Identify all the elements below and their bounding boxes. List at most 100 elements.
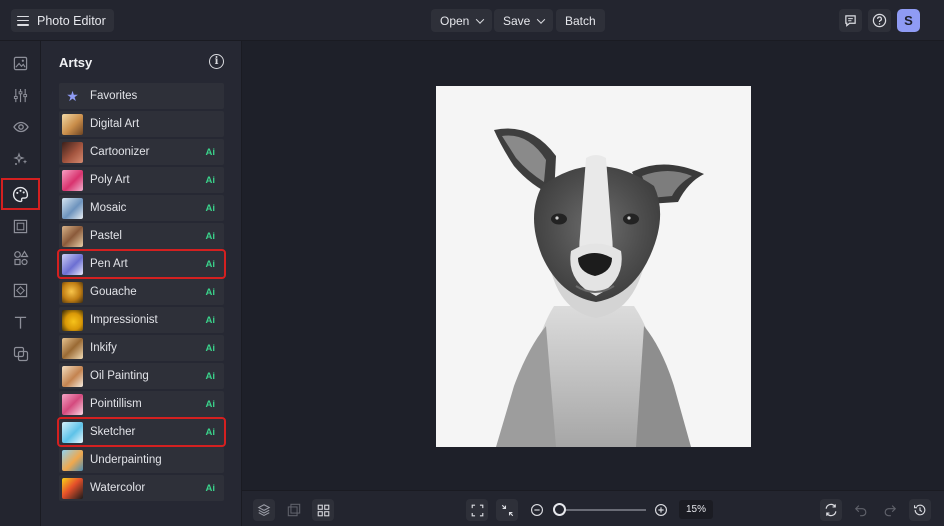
frame-icon [13, 219, 28, 233]
chevron-down-icon [537, 14, 546, 24]
list-item-pointillism[interactable]: Pointillism Ai [59, 391, 224, 417]
pointillism-thumbnail [62, 393, 83, 415]
help-icon [872, 13, 887, 28]
fit-screen-button[interactable] [466, 499, 488, 521]
editor-canvas [242, 41, 944, 490]
redo-button[interactable] [879, 499, 901, 521]
ai-badge: Ai [205, 398, 216, 410]
watercolor-thumbnail [62, 477, 83, 499]
compare-button[interactable] [283, 499, 305, 521]
zoom-out-icon [531, 504, 543, 516]
top-bar: Photo Editor Open Save Batch S [0, 0, 944, 41]
item-label: Cartoonizer [90, 146, 150, 158]
sliders-icon [13, 88, 28, 102]
ai-badge: Ai [205, 426, 216, 438]
zoom-level[interactable]: 15% [679, 500, 713, 519]
open-button[interactable]: Open [431, 9, 493, 32]
help-button[interactable] [868, 9, 891, 32]
batch-button[interactable]: Batch [556, 9, 605, 32]
zoom-out-button[interactable] [526, 499, 548, 521]
item-label: Poly Art [90, 174, 130, 186]
rail-ai-tool[interactable] [0, 143, 41, 175]
impressionist-thumbnail [62, 309, 83, 331]
chat-icon [845, 15, 856, 27]
shapes-icon [13, 250, 29, 266]
inkify-thumbnail [62, 337, 83, 359]
replace-image-button[interactable] [820, 499, 842, 521]
actual-size-button[interactable] [496, 499, 518, 521]
ai-badge: Ai [205, 174, 216, 186]
main-menu-button[interactable]: Photo Editor [11, 9, 114, 32]
undo-button[interactable] [850, 499, 872, 521]
list-item-impressionist[interactable]: Impressionist Ai [59, 307, 224, 333]
sketcher-thumbnail [62, 421, 83, 443]
digital-art-thumbnail [62, 113, 83, 135]
panel-title: Artsy [59, 55, 93, 70]
grid-view-button[interactable] [312, 499, 334, 521]
list-item-favorites[interactable]: ★ Favorites [59, 83, 224, 109]
open-label: Open [440, 13, 470, 28]
info-icon[interactable]: i [209, 54, 224, 69]
rail-adjust-tool[interactable] [0, 79, 41, 111]
zoom-slider-handle[interactable] [553, 503, 566, 516]
list-item-pen-art[interactable]: Pen Art Ai [57, 249, 226, 279]
save-label: Save [503, 13, 531, 28]
ai-badge: Ai [205, 202, 216, 214]
list-item-poly-art[interactable]: Poly Art Ai [59, 167, 224, 193]
refresh-icon [825, 503, 837, 517]
zoom-slider-track[interactable] [560, 509, 646, 511]
layers-button[interactable] [253, 499, 275, 521]
history-icon [914, 504, 926, 516]
zoom-in-button[interactable] [650, 499, 672, 521]
item-label: Watercolor [90, 482, 146, 494]
mosaic-thumbnail [62, 197, 83, 219]
pen-art-thumbnail [62, 253, 83, 275]
item-label: Mosaic [90, 202, 127, 214]
rail-layers-tool[interactable] [0, 338, 41, 370]
save-button[interactable]: Save [494, 9, 554, 32]
texture-icon [13, 283, 28, 297]
ai-badge: Ai [205, 286, 216, 298]
list-item-mosaic[interactable]: Mosaic Ai [59, 195, 224, 221]
ai-badge: Ai [205, 146, 216, 158]
item-label: Underpainting [90, 454, 162, 466]
dog-photo[interactable] [436, 86, 751, 447]
artsy-panel: Artsy i ★ Favorites Digital Art Cartooni… [41, 41, 242, 526]
pastel-thumbnail [62, 225, 83, 247]
layers-icon [257, 504, 271, 517]
compare-icon [287, 503, 301, 517]
rail-artsy-tool[interactable] [1, 178, 40, 210]
rail-text-tool[interactable] [0, 306, 41, 338]
underpainting-thumbnail [62, 449, 83, 471]
ai-badge: Ai [205, 482, 216, 494]
item-label: Pointillism [90, 398, 142, 410]
rail-effects-tool[interactable] [0, 111, 41, 143]
ai-badge: Ai [205, 258, 216, 270]
list-item-watercolor[interactable]: Watercolor Ai [59, 475, 224, 501]
text-icon [14, 316, 27, 329]
rail-overlay-tool[interactable] [0, 274, 41, 306]
gouache-thumbnail [62, 281, 83, 303]
list-item-gouache[interactable]: Gouache Ai [59, 279, 224, 305]
list-item-digital-art[interactable]: Digital Art [59, 111, 224, 137]
history-button[interactable] [909, 499, 931, 521]
hamburger-icon [17, 15, 29, 26]
ai-badge: Ai [205, 342, 216, 354]
user-avatar[interactable]: S [897, 9, 920, 32]
rail-image-tool[interactable] [0, 47, 41, 79]
list-item-oil-painting[interactable]: Oil Painting Ai [59, 363, 224, 389]
list-item-underpainting[interactable]: Underpainting [59, 447, 224, 473]
list-item-pastel[interactable]: Pastel Ai [59, 223, 224, 249]
poly-art-thumbnail [62, 169, 83, 191]
list-item-cartoonizer[interactable]: Cartoonizer Ai [59, 139, 224, 165]
list-item-inkify[interactable]: Inkify Ai [59, 335, 224, 361]
item-label: Oil Painting [90, 370, 149, 382]
rail-frames-tool[interactable] [0, 210, 41, 242]
zoom-in-icon [655, 504, 667, 516]
undo-icon [854, 505, 867, 517]
list-item-sketcher[interactable]: Sketcher Ai [57, 417, 226, 447]
feedback-button[interactable] [839, 9, 862, 32]
chevron-down-icon [476, 14, 485, 24]
ai-badge: Ai [205, 230, 216, 242]
rail-graphics-tool[interactable] [0, 242, 41, 274]
